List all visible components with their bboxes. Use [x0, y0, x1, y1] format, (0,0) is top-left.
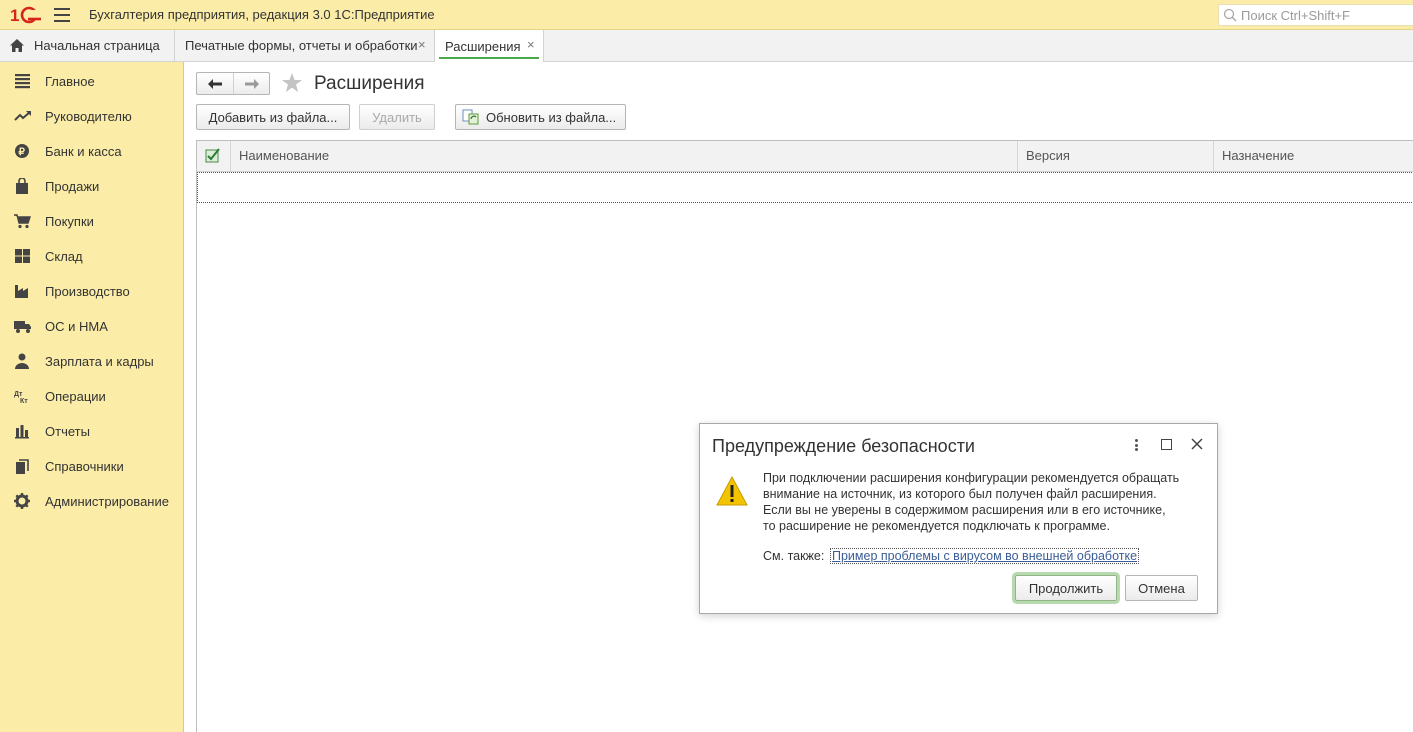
debit-credit-icon: ДтКт — [14, 391, 28, 404]
column-header-name[interactable]: Наименование — [231, 141, 1018, 172]
tab-extensions[interactable]: Расширения × — [435, 30, 544, 62]
person-icon — [15, 353, 29, 369]
update-from-file-button[interactable]: Обновить из файла... — [455, 104, 626, 130]
arrow-right-icon — [244, 78, 259, 89]
forward-button[interactable] — [233, 73, 269, 94]
update-file-icon — [462, 109, 479, 125]
sidebar-item-label: Банк и касса — [45, 144, 122, 159]
nav-buttons — [196, 72, 270, 95]
add-from-file-button[interactable]: Добавить из файла... — [196, 104, 350, 130]
message-line: внимание на источник, из которого был по… — [763, 487, 1157, 501]
svg-text:Кт: Кт — [20, 398, 28, 404]
ruble-coin-icon: ₽ — [15, 144, 29, 158]
message-line: то расширение не рекомендуется подключат… — [763, 519, 1110, 533]
books-icon — [16, 459, 29, 474]
sidebar-item-warehouse[interactable]: Склад — [0, 238, 183, 273]
dialog-title: Предупреждение безопасности — [712, 436, 975, 456]
dialog-message: При подключении расширения конфигурации … — [763, 470, 1208, 534]
sidebar-item-label: Отчеты — [45, 424, 90, 439]
message-line: При подключении расширения конфигурации … — [763, 471, 1180, 485]
sidebar-item-label: Операции — [45, 389, 106, 404]
home-icon — [10, 39, 24, 52]
column-header-purpose[interactable]: Назначение — [1214, 141, 1413, 172]
menu-lines-icon — [15, 74, 30, 89]
tab-home[interactable]: Начальная страница — [0, 30, 175, 61]
sidebar-item-bank[interactable]: ₽ Банк и касса — [0, 133, 183, 168]
sidebar-item-label: ОС и НМА — [45, 319, 108, 334]
tab-label: Печатные формы, отчеты и обработки — [185, 38, 418, 53]
security-warning-dialog: Предупреждение безопасности При подключе… — [699, 423, 1218, 614]
table-row-empty[interactable] — [197, 172, 1413, 203]
svg-text:Дт: Дт — [14, 391, 23, 398]
more-actions-icon[interactable] — [1130, 438, 1142, 452]
tab-label: Начальная страница — [34, 38, 160, 53]
app-title: Бухгалтерия предприятия, редакция 3.0 1С… — [89, 7, 435, 22]
search-icon — [1223, 8, 1237, 22]
sidebar-item-label: Склад — [45, 249, 83, 264]
sidebar-item-salary[interactable]: Зарплата и кадры — [0, 343, 183, 378]
sidebar-item-fixed-assets[interactable]: ОС и НМА — [0, 308, 183, 343]
favorite-star-icon[interactable] — [281, 72, 303, 94]
sidebar-item-references[interactable]: Справочники — [0, 448, 183, 483]
message-line: Если вы не уверены в содержимом расширен… — [763, 503, 1166, 517]
sidebar-item-label: Покупки — [45, 214, 94, 229]
sidebar-item-sales[interactable]: Продажи — [0, 168, 183, 203]
sidebar-item-reports[interactable]: Отчеты — [0, 413, 183, 448]
page-title: Расширения — [314, 73, 425, 94]
tab-print-forms[interactable]: Печатные формы, отчеты и обработки × — [175, 30, 435, 61]
warning-icon — [716, 476, 748, 506]
close-icon[interactable]: × — [418, 37, 426, 52]
continue-button[interactable]: Продолжить — [1015, 575, 1117, 601]
search-input[interactable] — [1241, 7, 1409, 23]
main-content: Расширения Добавить из файла... Удалить … — [185, 62, 1413, 732]
virus-example-link[interactable]: Пример проблемы с вирусом во внешней обр… — [830, 548, 1140, 564]
truck-icon — [14, 321, 31, 333]
checkbox-check-icon — [205, 148, 220, 163]
see-also-label: См. также: — [763, 549, 825, 563]
sidebar-item-operations[interactable]: Дт Кт Операции — [0, 378, 183, 413]
close-icon[interactable]: × — [527, 37, 535, 52]
svg-text:₽: ₽ — [19, 147, 26, 158]
sidebar-item-manager[interactable]: Руководителю — [0, 98, 183, 133]
search-field[interactable] — [1218, 4, 1413, 26]
sidebar-item-label: Зарплата и кадры — [45, 354, 154, 369]
shopping-bag-icon — [16, 178, 28, 194]
sidebar-item-purchases[interactable]: Покупки — [0, 203, 183, 238]
title-bar: 1 Бухгалтерия предприятия, редакция 3.0 … — [0, 0, 1413, 30]
cancel-button[interactable]: Отмена — [1125, 575, 1198, 601]
button-label: Обновить из файла... — [486, 109, 617, 125]
trend-icon — [14, 111, 31, 121]
bar-chart-icon — [15, 425, 29, 439]
gear-icon — [14, 493, 30, 509]
maximize-icon[interactable] — [1161, 439, 1172, 450]
warehouse-grid-icon — [15, 249, 30, 263]
cart-icon — [14, 214, 31, 229]
sidebar-item-label: Главное — [45, 74, 95, 89]
back-button[interactable] — [197, 73, 233, 94]
sidebar-item-label: Руководителю — [45, 109, 132, 124]
factory-icon — [15, 285, 28, 298]
sidebar: Главное Руководителю ₽ Банк и касса Прод… — [0, 62, 184, 732]
delete-button[interactable]: Удалить — [359, 104, 435, 130]
sidebar-item-label: Справочники — [45, 459, 124, 474]
sidebar-item-label: Продажи — [45, 179, 100, 194]
tab-bar: Начальная страница Печатные формы, отчет… — [0, 30, 1413, 62]
tab-label: Расширения — [445, 38, 521, 54]
table-header: Наименование Версия Назначение — [197, 141, 1413, 172]
column-header-version[interactable]: Версия — [1018, 141, 1214, 172]
sidebar-item-main[interactable]: Главное — [0, 63, 183, 98]
sidebar-item-production[interactable]: Производство — [0, 273, 183, 308]
sidebar-item-administration[interactable]: Администрирование — [0, 483, 183, 518]
sidebar-item-label: Производство — [45, 284, 130, 299]
active-column-header[interactable] — [197, 141, 231, 172]
close-icon[interactable] — [1189, 436, 1205, 452]
main-menu-icon[interactable] — [54, 8, 70, 22]
svg-text:1: 1 — [10, 6, 19, 25]
1c-logo[interactable]: 1 — [9, 5, 43, 25]
arrow-left-icon — [208, 78, 222, 89]
sidebar-item-label: Администрирование — [45, 494, 169, 509]
